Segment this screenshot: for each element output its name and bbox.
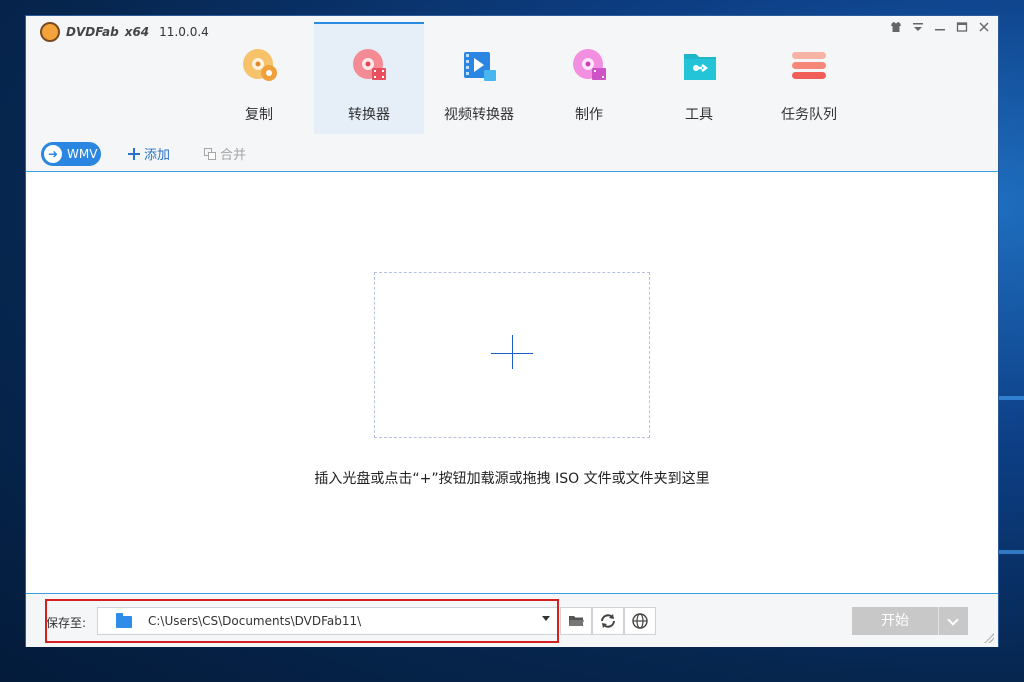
source-drop-area[interactable]: 插入光盘或点击“+”按钮加载源或拖拽 ISO 文件或文件夹到这里 xyxy=(26,172,998,592)
nav-label: 工具 xyxy=(685,107,713,123)
nav-item-tools[interactable]: 工具 xyxy=(644,22,754,134)
output-bar: 保存至: C:\Users\CS\Documents\DVDFab11\ 开始 xyxy=(26,593,998,647)
nav-label: 视频转换器 xyxy=(444,107,514,123)
arch-label: x64 xyxy=(124,25,150,39)
window-controls xyxy=(888,20,992,36)
desktop-light-streak xyxy=(994,396,1024,400)
close-icon[interactable] xyxy=(976,20,992,36)
refresh-icon xyxy=(601,614,615,628)
nav-label: 任务队列 xyxy=(781,107,837,123)
nav-label: 制作 xyxy=(575,107,603,123)
caret-down-icon xyxy=(542,616,550,621)
task-queue-icon xyxy=(792,52,826,79)
nav-label: 转换器 xyxy=(348,107,390,123)
merge-icon xyxy=(204,147,216,160)
nav-item-video-converter[interactable]: 视频转换器 xyxy=(424,22,534,134)
nav-label: 复制 xyxy=(245,107,273,123)
profile-label: WMV xyxy=(67,147,98,161)
open-folder-icon xyxy=(569,616,584,626)
arrow-right-icon: ➜ xyxy=(44,145,62,163)
creator-disc-icon xyxy=(573,49,606,80)
resize-grip-icon[interactable] xyxy=(984,633,994,643)
add-button[interactable]: 添加 xyxy=(128,144,170,163)
nav-item-converter[interactable]: 转换器 xyxy=(314,22,424,134)
nav-item-task-queue[interactable]: 任务队列 xyxy=(754,22,864,134)
version-label: 11.0.0.4 xyxy=(159,25,209,39)
nav-item-copy[interactable]: 复制 xyxy=(204,22,314,134)
converter-disc-icon xyxy=(353,49,386,80)
start-button[interactable]: 开始 xyxy=(852,607,938,635)
header: DVDFab x64 11.0.0.4 复制 转换器 视频转换器 制作 工具 任… xyxy=(26,16,998,137)
add-source-crosshair-icon xyxy=(512,335,513,369)
save-to-label: 保存至: xyxy=(46,616,87,630)
toolbar: ➜ WMV 添加 合并 xyxy=(26,137,998,172)
tools-folder-icon xyxy=(684,54,716,80)
app-logo: DVDFab x64 11.0.0.4 xyxy=(40,22,209,42)
dvdfab-logo-icon xyxy=(40,22,60,42)
merge-button[interactable]: 合并 xyxy=(204,144,246,163)
app-window: DVDFab x64 11.0.0.4 复制 转换器 视频转换器 制作 工具 任… xyxy=(26,16,998,647)
start-options-chevron-down-icon[interactable] xyxy=(938,607,968,635)
menu-icon[interactable] xyxy=(910,20,926,36)
desktop-light-streak xyxy=(994,550,1024,554)
maximize-icon[interactable] xyxy=(954,20,970,36)
plus-icon xyxy=(128,147,140,160)
brand-name: DVDFab xyxy=(66,25,119,39)
video-converter-icon xyxy=(464,52,496,81)
output-path-text: C:\Users\CS\Documents\DVDFab11\ xyxy=(148,614,362,628)
folder-icon xyxy=(116,613,132,628)
copy-disc-icon xyxy=(243,49,277,81)
add-label: 添加 xyxy=(144,148,171,163)
nav-item-creator[interactable]: 制作 xyxy=(534,22,644,134)
minimize-icon[interactable] xyxy=(932,20,948,36)
main-nav: 复制 转换器 视频转换器 制作 工具 任务队列 xyxy=(204,22,864,134)
drop-zone[interactable] xyxy=(374,272,650,438)
merge-label: 合并 xyxy=(220,148,247,163)
profile-selector-button[interactable]: ➜ WMV xyxy=(41,142,101,166)
browse-folder-button[interactable] xyxy=(560,607,592,635)
refresh-button[interactable] xyxy=(592,607,624,635)
output-path-dropdown[interactable]: C:\Users\CS\Documents\DVDFab11\ xyxy=(97,607,559,635)
drop-hint-text: 插入光盘或点击“+”按钮加载源或拖拽 ISO 文件或文件夹到这里 xyxy=(314,471,710,487)
shirt-icon[interactable] xyxy=(888,20,904,36)
network-location-button[interactable] xyxy=(624,607,656,635)
globe-icon xyxy=(632,613,648,629)
